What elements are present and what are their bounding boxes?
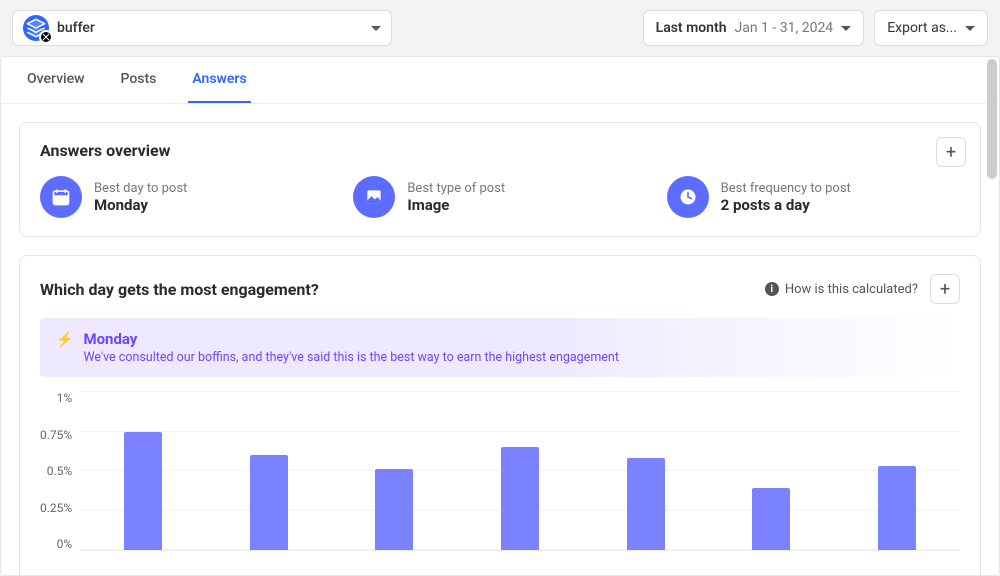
scrollbar[interactable] [987,59,997,179]
bar[interactable] [627,458,665,550]
highlight-title: Monday [83,330,618,348]
export-label: Export as... [887,20,957,36]
calendar-icon [40,176,82,218]
answer-highlight: ⚡ Monday We've consulted our boffins, an… [40,318,960,377]
info-icon: i [765,282,779,296]
best-day-stat: Best day to post Monday [40,176,333,218]
date-range-value: Jan 1 - 31, 2024 [735,20,834,36]
answers-overview-card: + Answers overview Best day to post Mond… [19,122,981,237]
best-type-stat: Best type of post Image [353,176,646,218]
y-tick: 0.25% [40,501,72,515]
stat-label: Best frequency to post [721,181,851,196]
chevron-down-icon [371,26,381,31]
date-range-label: Last month [656,20,727,36]
clock-icon [667,176,709,218]
y-tick: 0.5% [47,464,72,478]
chevron-down-icon [965,26,975,31]
how-calculated-link[interactable]: i How is this calculated? [765,282,918,297]
add-to-report-button[interactable]: + [930,274,960,304]
image-icon [353,176,395,218]
plot-area [80,391,960,551]
best-frequency-stat: Best frequency to post 2 posts a day [667,176,960,218]
engagement-question-title: Which day gets the most engagement? [40,280,319,299]
bar[interactable] [878,466,916,550]
answers-overview-title: Answers overview [40,141,960,160]
bolt-icon: ⚡ [56,332,73,348]
x-axis: MTWTFSS [90,571,960,576]
date-range-selector[interactable]: Last month Jan 1 - 31, 2024 [643,10,865,46]
stat-value: 2 posts a day [721,196,851,214]
y-axis: 1% 0.75% 0.5% 0.25% 0% [40,391,80,551]
x-twitter-badge-icon [39,30,53,44]
channel-name: buffer [57,20,95,36]
add-to-report-button[interactable]: + [936,137,966,167]
tab-overview[interactable]: Overview [23,57,88,103]
bars-container [80,391,960,550]
tab-answers[interactable]: Answers [188,57,250,103]
highlight-subtitle: We've consulted our boffins, and they've… [83,350,618,365]
tab-posts[interactable]: Posts [116,57,160,103]
tabs-nav: Overview Posts Answers [1,57,999,104]
bar[interactable] [752,488,790,550]
stat-label: Best day to post [94,181,187,196]
bar[interactable] [501,447,539,550]
stat-label: Best type of post [407,181,505,196]
y-tick: 1% [57,391,73,405]
engagement-by-day-card: Which day gets the most engagement? i Ho… [19,255,981,576]
stat-value: Image [407,196,505,214]
y-tick: 0.75% [40,428,72,442]
stat-value: Monday [94,196,187,214]
how-calculated-label: How is this calculated? [785,282,918,297]
y-tick: 0% [57,537,73,551]
main-content: Overview Posts Answers + Answers overvie… [0,56,1000,576]
bar[interactable] [124,432,162,550]
bar[interactable] [375,469,413,550]
bar[interactable] [250,455,288,550]
export-button[interactable]: Export as... [874,10,988,46]
channel-selector[interactable]: buffer [12,10,392,46]
chevron-down-icon [841,26,851,31]
engagement-bar-chart: 1% 0.75% 0.5% 0.25% 0% [40,391,960,571]
buffer-logo-icon [23,15,49,41]
